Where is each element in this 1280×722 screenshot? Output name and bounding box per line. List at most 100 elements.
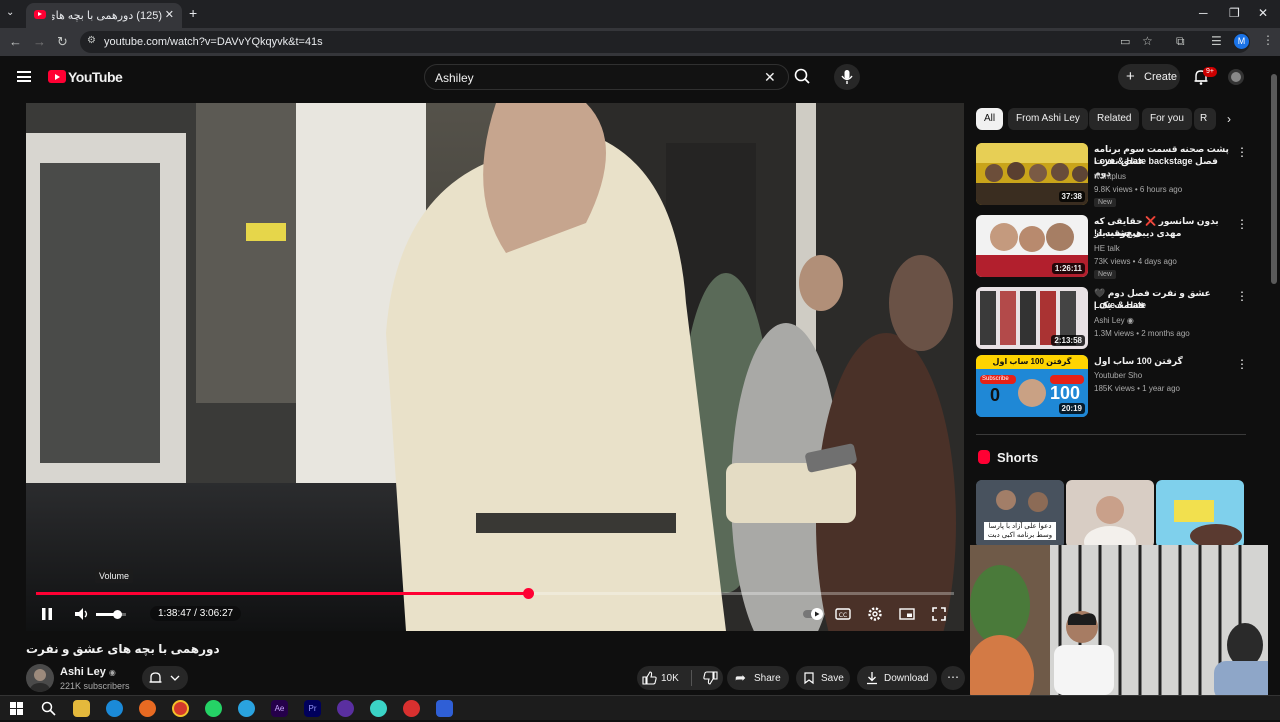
forward-icon[interactable]: → <box>33 34 46 49</box>
youtube-header: YouTube Ashiley ✕ + Create 9+ <box>0 56 1268 98</box>
account-avatar[interactable] <box>1228 69 1244 85</box>
chrome-icon[interactable] <box>172 700 189 717</box>
tab-close-icon[interactable]: ✕ <box>165 8 174 21</box>
premiere-icon[interactable]: Pr <box>304 700 321 717</box>
new-tab-icon[interactable]: + <box>189 5 197 21</box>
video-thumbnail[interactable]: گرفتن 100 ساب اول Subscribe 0 100 20:19 <box>976 355 1088 417</box>
video-thumbnail[interactable]: 2:13:58 <box>976 287 1088 349</box>
search-value: Ashiley <box>435 71 474 85</box>
youtube-logo-text[interactable]: YouTube <box>68 69 123 85</box>
video-channel[interactable]: Youtuber Sho <box>1094 371 1142 380</box>
like-button[interactable]: 10K <box>637 666 687 690</box>
omnibox[interactable]: ⚙ youtube.com/watch?v=DAVvYQkqyvk&t=41s … <box>80 31 1250 53</box>
firefox-icon[interactable] <box>139 700 156 717</box>
autoplay-toggle[interactable] <box>802 605 826 623</box>
thumbnail-subscribe-text: Subscribe <box>982 376 1009 382</box>
recommendation-item[interactable]: گرفتن 100 ساب اول Subscribe 0 100 20:19 … <box>976 355 1248 419</box>
recorder-app-icon[interactable] <box>403 700 420 717</box>
save-button[interactable]: Save <box>796 666 850 690</box>
voice-search-button[interactable] <box>834 64 860 90</box>
progress-scrubber[interactable] <box>523 588 535 599</box>
windows-start-icon[interactable] <box>8 700 25 717</box>
recommendation-item[interactable]: 37:38 پشت صحنه قسمت سوم برنامه عشق نفرت … <box>976 143 1248 207</box>
chip-all[interactable]: All <box>976 108 1004 130</box>
chip-for-you[interactable]: For you <box>1142 108 1192 130</box>
pause-button[interactable] <box>38 605 56 623</box>
download-icon <box>867 672 877 685</box>
back-icon[interactable]: ← <box>9 34 22 49</box>
video-player[interactable]: Volume 1:38:47 / 3:06:27 CC <box>26 103 964 631</box>
miniplayer-button[interactable] <box>898 605 916 623</box>
browser-tab[interactable]: (125) دورهمی با بچه های عشق ✕ <box>26 3 182 28</box>
browser-menu-icon[interactable]: ⋮ <box>1262 33 1274 47</box>
subscription-bell-button[interactable] <box>142 666 188 690</box>
download-button[interactable]: Download <box>857 666 937 690</box>
edge-icon[interactable] <box>106 700 123 717</box>
shorts-item[interactable] <box>1066 480 1154 548</box>
notification-badge: 9+ <box>1203 67 1217 77</box>
share-button[interactable]: ➦ Share <box>727 666 789 690</box>
window-close-icon[interactable]: ✕ <box>1258 6 1268 20</box>
reading-list-icon[interactable]: ☰ <box>1211 34 1222 48</box>
shorts-item[interactable]: دعوا علی آزاد با پارسا وسط برنامه اکبی د… <box>976 480 1064 548</box>
chip-partial[interactable]: R <box>1194 108 1216 130</box>
video-channel[interactable]: tv2htplus <box>1094 172 1126 181</box>
more-vertical-icon[interactable]: ⋮ <box>1236 217 1248 231</box>
media-app-icon[interactable] <box>337 700 354 717</box>
video-title-line2[interactable]: مهدی دیبی نشنیدید! <box>1094 227 1232 239</box>
tab-search-icon[interactable]: ⌄ <box>6 7 14 18</box>
video-thumbnail[interactable]: 37:38 <box>976 143 1088 205</box>
video-channel[interactable]: Ashi Ley ◉ <box>1094 316 1134 325</box>
site-info-icon[interactable]: ⚙ <box>87 35 96 46</box>
search-button[interactable] <box>790 64 814 90</box>
more-vertical-icon[interactable]: ⋮ <box>1236 289 1248 303</box>
video-channel[interactable]: HE talk <box>1094 244 1120 253</box>
after-effects-icon[interactable]: Ae <box>271 700 288 717</box>
file-explorer-icon[interactable] <box>73 700 90 717</box>
captions-button[interactable]: CC <box>834 605 852 623</box>
youtube-logo-icon[interactable] <box>48 70 66 83</box>
shorts-item[interactable] <box>1156 480 1244 548</box>
subscriber-count: 221K subscribers <box>60 681 130 691</box>
whatsapp-icon[interactable] <box>205 700 222 717</box>
search-input[interactable]: Ashiley ✕ <box>424 64 789 90</box>
scrollbar-thumb[interactable] <box>1271 74 1277 284</box>
cast-icon[interactable]: ▭ <box>1120 35 1130 48</box>
page-scrollbar[interactable] <box>1268 56 1280 696</box>
taskbar-search-icon[interactable] <box>40 700 57 717</box>
dislike-button[interactable] <box>695 666 721 690</box>
create-button[interactable]: + Create <box>1118 64 1180 90</box>
more-actions-button[interactable]: ⋯ <box>941 666 965 690</box>
clear-search-icon[interactable]: ✕ <box>764 69 776 86</box>
extensions-icon[interactable]: ⧉ <box>1176 34 1185 49</box>
settings-app-icon[interactable] <box>370 700 387 717</box>
chips-next-icon[interactable]: › <box>1218 108 1240 130</box>
recommendation-item[interactable]: 1:26:11 بدون سانسور ❌ حقایقی که هیچ‌وقت … <box>976 215 1248 279</box>
menu-hamburger-icon[interactable] <box>17 71 31 82</box>
bookmark-star-icon[interactable]: ☆ <box>1142 34 1153 48</box>
volume-slider[interactable] <box>96 610 126 619</box>
reload-icon[interactable]: ↻ <box>57 34 68 50</box>
profile-avatar[interactable]: M <box>1234 34 1249 49</box>
video-title-line2[interactable]: Love & Hate <box>1094 299 1232 311</box>
progress-bar[interactable] <box>36 588 954 599</box>
video-thumbnail[interactable]: 1:26:11 <box>976 215 1088 277</box>
mute-button[interactable] <box>73 605 91 623</box>
fullscreen-button[interactable] <box>930 605 948 623</box>
more-vertical-icon[interactable]: ⋮ <box>1236 357 1248 371</box>
chart-app-icon[interactable] <box>436 700 453 717</box>
video-title-line1[interactable]: گرفتن 100 ساب اول <box>1094 355 1232 367</box>
minimize-icon[interactable]: ─ <box>1199 6 1208 20</box>
settings-button[interactable] <box>866 605 884 623</box>
save-playlist-icon <box>804 672 814 685</box>
more-vertical-icon[interactable]: ⋮ <box>1236 145 1248 159</box>
channel-avatar[interactable] <box>26 664 54 692</box>
telegram-icon[interactable] <box>238 700 255 717</box>
volume-knob[interactable] <box>113 610 122 619</box>
recommendation-item[interactable]: 2:13:58 عشق و نفرت فصل دوم 🖤 قسمت یک | L… <box>976 287 1248 351</box>
chip-related[interactable]: Related <box>1089 108 1140 130</box>
channel-name[interactable]: Ashi Ley ◉ <box>60 666 116 678</box>
restore-icon[interactable]: ❐ <box>1229 6 1240 20</box>
more-horizontal-icon: ⋯ <box>947 670 959 684</box>
chip-from-channel[interactable]: From Ashi Ley <box>1008 108 1088 130</box>
